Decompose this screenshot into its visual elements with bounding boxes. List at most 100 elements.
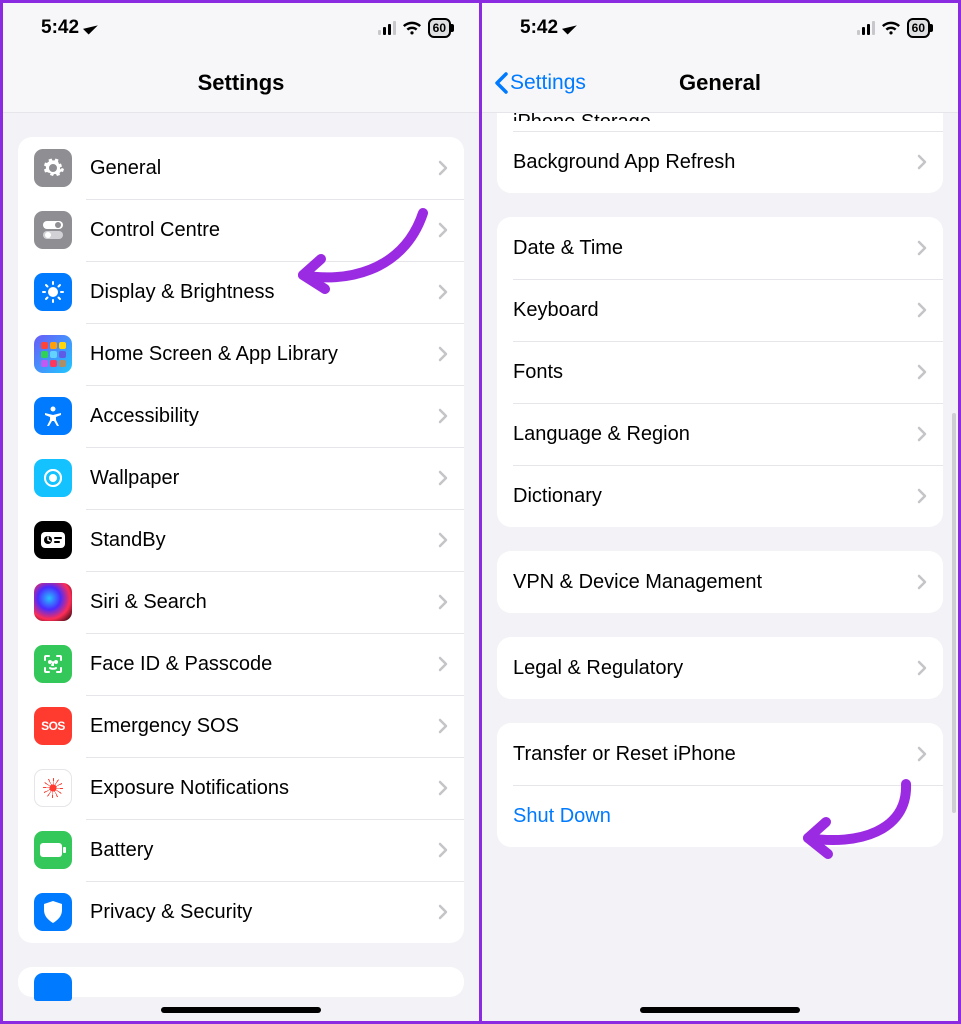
batt-icon: [34, 831, 72, 869]
row-sos[interactable]: SOS Emergency SOS: [18, 695, 464, 757]
row-standby[interactable]: StandBy: [18, 509, 464, 571]
row-label: StandBy: [90, 529, 438, 552]
row-label: Control Centre: [90, 219, 438, 242]
row-label: VPN & Device Management: [513, 571, 917, 594]
face-icon: [34, 645, 72, 683]
row-label: Shut Down: [513, 805, 927, 828]
row-label: Legal & Regulatory: [513, 657, 917, 680]
cellular-icon: [378, 21, 396, 35]
row-home[interactable]: Home Screen & App Library: [18, 323, 464, 385]
standby-icon: [34, 521, 72, 559]
wifi-icon: [881, 21, 901, 36]
back-button[interactable]: Settings: [494, 71, 586, 95]
chevron-right-icon: [917, 426, 927, 442]
location-icon: [562, 19, 577, 34]
siri-icon: [34, 583, 72, 621]
home-indicator[interactable]: [161, 1007, 321, 1013]
chevron-right-icon: [438, 656, 448, 672]
row-fonts[interactable]: Fonts: [497, 341, 943, 403]
row-label: Exposure Notifications: [90, 777, 438, 800]
chevron-right-icon: [438, 470, 448, 486]
control-icon: [34, 211, 72, 249]
general-screen: 5:42 60 Settings General iPhone Storage: [479, 3, 958, 1021]
row-expo[interactable]: Exposure Notifications: [18, 757, 464, 819]
location-icon: [83, 19, 98, 34]
row-vpn-device-management[interactable]: VPN & Device Management: [497, 551, 943, 613]
row-label: Wallpaper: [90, 467, 438, 490]
general-list: iPhone Storage Background App Refresh Da…: [482, 113, 958, 1021]
chevron-right-icon: [917, 240, 927, 256]
display-icon: [34, 273, 72, 311]
row-priv[interactable]: Privacy & Security: [18, 881, 464, 943]
row-keyboard[interactable]: Keyboard: [497, 279, 943, 341]
row-transfer-or-reset-iphone[interactable]: Transfer or Reset iPhone: [497, 723, 943, 785]
row-display[interactable]: Display & Brightness: [18, 261, 464, 323]
wall-icon: [34, 459, 72, 497]
chevron-right-icon: [438, 532, 448, 548]
nav-bar: Settings: [3, 53, 479, 113]
row-label: Privacy & Security: [90, 901, 438, 924]
row-label: Fonts: [513, 361, 917, 384]
row-iphone-storage[interactable]: iPhone Storage: [497, 113, 943, 131]
chevron-right-icon: [438, 780, 448, 796]
back-label: Settings: [510, 71, 586, 95]
row-label: Language & Region: [513, 423, 917, 446]
chevron-right-icon: [917, 154, 927, 170]
row-label: Background App Refresh: [513, 151, 917, 174]
cellular-icon: [857, 21, 875, 35]
chevron-right-icon: [917, 574, 927, 590]
acc-icon: [34, 397, 72, 435]
row-legal-regulatory[interactable]: Legal & Regulatory: [497, 637, 943, 699]
row-general[interactable]: General: [18, 137, 464, 199]
row-label: Home Screen & App Library: [90, 343, 438, 366]
chevron-right-icon: [438, 284, 448, 300]
status-bar: 5:42 60: [3, 3, 479, 53]
row-label: Siri & Search: [90, 591, 438, 614]
chevron-right-icon: [438, 718, 448, 734]
nav-bar: Settings General: [482, 53, 958, 113]
row-siri[interactable]: Siri & Search: [18, 571, 464, 633]
row-label: General: [90, 157, 438, 180]
row-shut-down[interactable]: Shut Down: [497, 785, 943, 847]
row-language-region[interactable]: Language & Region: [497, 403, 943, 465]
row-label: Battery: [90, 839, 438, 862]
status-bar: 5:42 60: [482, 3, 958, 53]
status-time: 5:42: [41, 17, 79, 39]
chevron-right-icon: [438, 222, 448, 238]
settings-list: General Control Centre Display & Brightnes…: [3, 113, 479, 1021]
row-control[interactable]: Control Centre: [18, 199, 464, 261]
row-dictionary[interactable]: Dictionary: [497, 465, 943, 527]
chevron-right-icon: [917, 746, 927, 762]
page-title: General: [679, 70, 761, 96]
battery-icon: 60: [428, 18, 451, 38]
chevron-right-icon: [917, 488, 927, 504]
row-label: Emergency SOS: [90, 715, 438, 738]
priv-icon: [34, 893, 72, 931]
chevron-right-icon: [917, 364, 927, 380]
row-background-app-refresh[interactable]: Background App Refresh: [497, 131, 943, 193]
sos-icon: SOS: [34, 707, 72, 745]
chevron-right-icon: [438, 160, 448, 176]
row-label: Display & Brightness: [90, 281, 438, 304]
status-time: 5:42: [520, 17, 558, 39]
chevron-right-icon: [917, 660, 927, 676]
chevron-right-icon: [917, 302, 927, 318]
row-wall[interactable]: Wallpaper: [18, 447, 464, 509]
next-group-peek: [18, 967, 464, 997]
home-icon: [34, 335, 72, 373]
row-label: Transfer or Reset iPhone: [513, 743, 917, 766]
row-face[interactable]: Face ID & Passcode: [18, 633, 464, 695]
chevron-right-icon: [438, 594, 448, 610]
scroll-indicator[interactable]: [952, 413, 956, 813]
row-label: Date & Time: [513, 237, 917, 260]
expo-icon: [34, 769, 72, 807]
row-label: Dictionary: [513, 485, 917, 508]
general-icon: [34, 149, 72, 187]
row-acc[interactable]: Accessibility: [18, 385, 464, 447]
battery-icon: 60: [907, 18, 930, 38]
row-date-time[interactable]: Date & Time: [497, 217, 943, 279]
row-batt[interactable]: Battery: [18, 819, 464, 881]
home-indicator[interactable]: [640, 1007, 800, 1013]
chevron-right-icon: [438, 346, 448, 362]
chevron-right-icon: [438, 842, 448, 858]
